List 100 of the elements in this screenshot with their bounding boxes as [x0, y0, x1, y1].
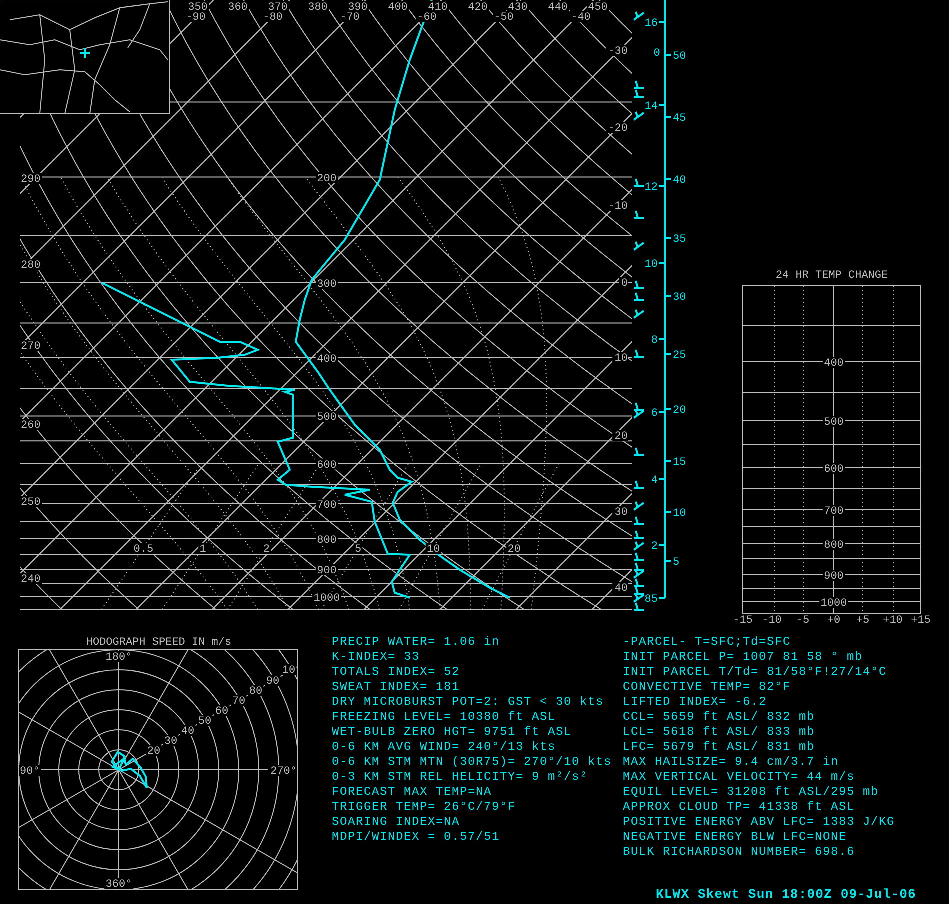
isotherm-label: -40 — [571, 12, 591, 24]
station-title: KLWX Skewt Sun 18:00Z 09-Jul-06 — [656, 887, 916, 902]
theta-label: 390 — [348, 2, 368, 14]
hodograph-trace — [110, 750, 148, 789]
height-label: 10 — [644, 259, 658, 271]
parcel-stat-text: EQUIL LEVEL= 31208 ft ASL/295 mb — [623, 785, 880, 799]
isotherm-label: -80 — [263, 12, 283, 24]
panel-title: 24 HR TEMP CHANGE — [776, 270, 888, 282]
parcel-stat-text: LIFTED INDEX= -6.2 — [623, 695, 768, 709]
isotherm-label: -60 — [417, 12, 437, 24]
parcel-stat-text: CCL= 5659 ft ASL/ 832 mb — [623, 710, 816, 724]
height-label: 2 — [651, 541, 658, 553]
sounding-stat-text: 0-3 KM STM REL HELICITY= 9 m²/s² — [332, 770, 588, 784]
parcel-stat-text: CONVECTIVE TEMP= 82°F — [623, 680, 792, 694]
height-label: 45 — [673, 113, 686, 125]
sounding-stat-text: FREEZING LEVEL= 10380 ft ASL — [332, 710, 556, 724]
sounding-stat-text: TRIGGER TEMP= 26°C/79°F — [332, 800, 516, 814]
pressure-label: 900 — [317, 566, 337, 578]
pressure-label: 600 — [317, 460, 337, 472]
pressure-label: 900 — [824, 571, 844, 583]
theta-label: 380 — [308, 2, 328, 14]
sounding-stat-text: SOARING INDEX=NA — [332, 815, 460, 829]
theta-label: 290 — [21, 174, 41, 186]
sounding-stat-text: SWEAT INDEX= 181 — [332, 680, 460, 694]
parcel-stat-text: POSITIVE ENERGY ABV LFC= 1383 J/KG — [623, 815, 896, 829]
pressure-label: 1000 — [314, 593, 340, 605]
mixing-ratio-label: 2 — [263, 544, 270, 556]
isotherm-label: -30 — [608, 46, 628, 58]
height-label: 8 — [651, 335, 658, 347]
height-label: 35 — [673, 234, 686, 246]
pressure-label: 800 — [317, 534, 337, 547]
height-label: 85 — [644, 594, 658, 606]
sounding-stat-text: MDPI/WINDEX = 0.57/51 — [332, 830, 500, 844]
height-label: 10 — [673, 508, 686, 520]
height-label: 16 — [644, 18, 658, 30]
isotherm-label: -10 — [608, 201, 628, 213]
speed-label: 60 — [215, 706, 229, 718]
parcel-stat-text: MAX HAILSIZE= 9.4 cm/3.7 in — [623, 755, 840, 769]
theta-label: 240 — [21, 574, 41, 586]
pressure-label: 1000 — [820, 598, 848, 610]
pressure-label: 600 — [824, 464, 844, 476]
direction-label: 90° — [20, 766, 40, 778]
theta-label: 410 — [428, 2, 448, 14]
parcel-stat-text: INIT PARCEL P= 1007 81 58 ° mb — [623, 650, 864, 664]
theta-label: 270 — [21, 341, 41, 353]
pressure-label: 700 — [824, 506, 844, 518]
mixing-ratio-label: 5 — [354, 544, 362, 556]
sounding-stat-text: FORECAST MAX TEMP=NA — [332, 785, 492, 799]
height-label: 14 — [644, 101, 658, 113]
height-label: 12 — [644, 182, 658, 194]
theta-label: 280 — [21, 260, 41, 272]
height-label: 6 — [651, 408, 658, 420]
sounding-stat-text: 0-6 KM AVG WIND= 240°/13 kts — [332, 740, 556, 754]
axis-label: +10 — [883, 615, 903, 627]
parcel-stat-text: LFC= 5679 ft ASL/ 831 mb — [623, 740, 816, 754]
direction-label: 180° — [106, 652, 132, 664]
parcel-stat-text: INIT PARCEL T/Td= 81/58°F!27/14°C — [623, 665, 888, 679]
theta-label: 370 — [268, 2, 288, 14]
speed-label: 70 — [232, 696, 246, 708]
pressure-label: 800 — [824, 540, 844, 552]
height-label: 4 — [651, 475, 658, 487]
speed-label: 80 — [249, 686, 263, 698]
sounding-stat-text: TOTALS INDEX= 52 — [332, 665, 460, 679]
speed-label: 30 — [164, 736, 178, 748]
theta-label: 260 — [21, 420, 41, 432]
isotherm-label: 40 — [614, 583, 628, 595]
pressure-label: 200 — [317, 173, 337, 186]
pressure-label: 400 — [824, 358, 844, 370]
isotherm-label: 10 — [614, 353, 628, 365]
isotherm-label: -20 — [608, 123, 628, 135]
theta-label: 440 — [548, 2, 568, 14]
hodograph-title: HODOGRAPH SPEED IN m/s — [86, 637, 232, 649]
theta-label: 400 — [388, 2, 408, 14]
theta-label: 420 — [468, 2, 488, 14]
height-label: 15 — [673, 457, 686, 469]
speed-label: 20 — [147, 746, 161, 758]
isotherm-label: 20 — [614, 431, 628, 443]
parcel-stat-text: LCL= 5618 ft ASL/ 833 mb — [623, 725, 816, 739]
sounding-stat-text: PRECIP WATER= 1.06 in — [332, 635, 500, 649]
height-label: 20 — [673, 405, 686, 417]
axis-label: -5 — [796, 615, 810, 627]
pressure-label: 500 — [317, 412, 337, 424]
pressure-label: 300 — [317, 279, 337, 291]
mixing-ratio-label: 20 — [508, 544, 521, 556]
theta-label: 430 — [508, 2, 528, 14]
parcel-stat-text: APPROX CLOUD TP= 41338 ft ASL — [623, 800, 856, 814]
axis-label: -10 — [762, 615, 782, 627]
direction-label: 360° — [106, 879, 132, 891]
parcel-stat-text: MAX VERTICAL VELOCITY= 44 m/s — [623, 770, 856, 784]
sounding-stat-text: DRY MICROBURST POT=2: GST < 30 kts — [332, 695, 604, 709]
parcel-stat-text: BULK RICHARDSON NUMBER= 698.6 — [623, 845, 856, 859]
theta-label: 350 — [188, 2, 208, 14]
height-label: 25 — [673, 350, 686, 362]
parcel-stat-text: NEGATIVE ENERGY BLW LFC=NONE — [623, 830, 848, 844]
mixing-ratio-label: 0.5 — [134, 544, 154, 556]
height-label: 40 — [673, 175, 686, 187]
axis-label: +0 — [827, 615, 841, 627]
sounding-stat-text: K-INDEX= 33 — [332, 650, 420, 664]
mixing-ratio-label: 10 — [427, 544, 440, 556]
height-label: 50 — [673, 51, 686, 63]
